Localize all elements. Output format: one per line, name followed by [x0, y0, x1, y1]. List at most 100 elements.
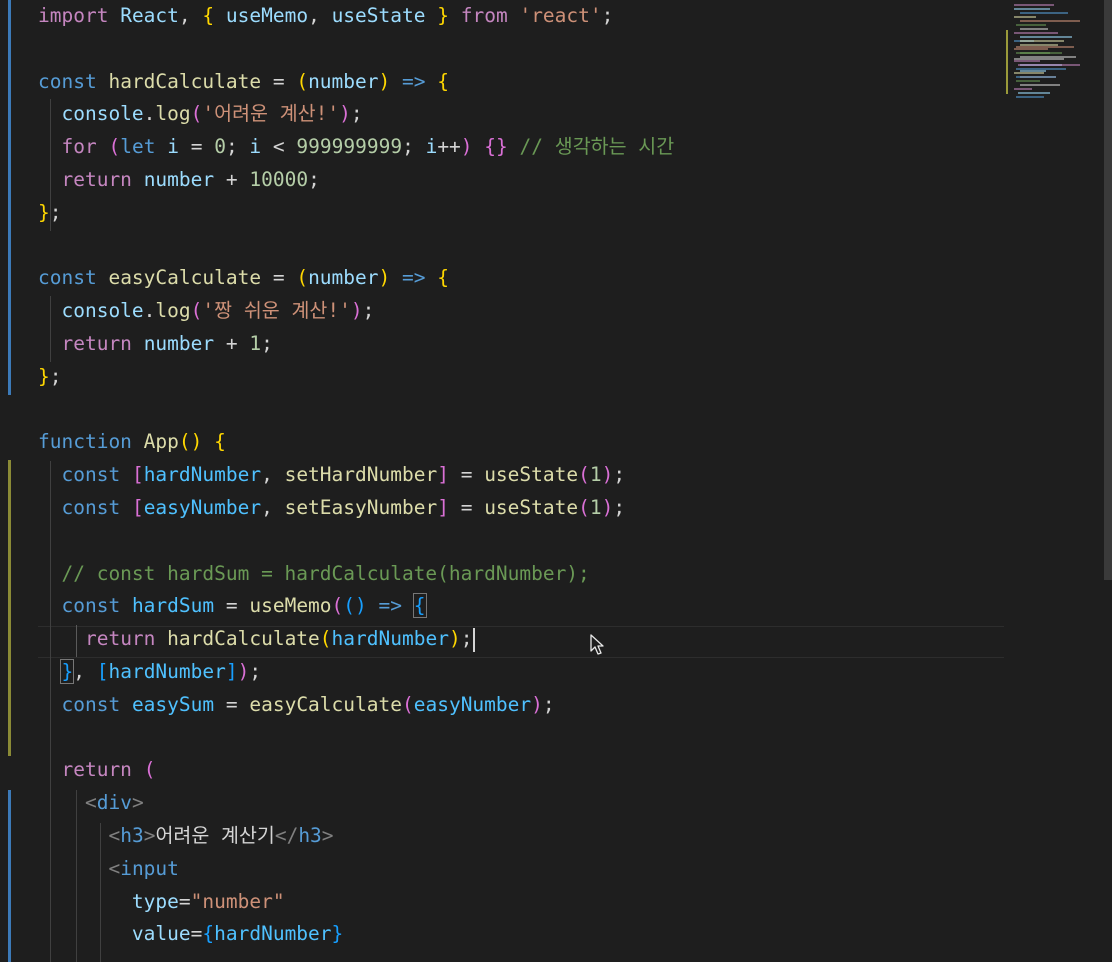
minimap-line: [1020, 40, 1064, 42]
code-token: import: [38, 4, 109, 27]
minimap-line: [1014, 32, 1058, 34]
code-token: easyCalculate: [108, 266, 262, 290]
code-line[interactable]: const easyCalculate = (number) => {: [38, 262, 449, 294]
code-token: useState: [484, 496, 579, 519]
minimap-line: [1014, 48, 1048, 50]
code-token: (: [296, 69, 309, 93]
code-token: =: [190, 922, 203, 946]
minimap-line: [1014, 88, 1032, 90]
code-line[interactable]: for (let i = 0; i < 999999999; i++) {} /…: [38, 131, 674, 163]
code-line[interactable]: const [easyNumber, setEasyNumber] = useS…: [38, 492, 625, 524]
code-token: {: [412, 593, 427, 619]
code-line[interactable]: }, [hardNumber]);: [38, 656, 261, 688]
code-token: =: [214, 692, 250, 716]
code-token: ]: [437, 463, 449, 487]
scrollbar-thumb[interactable]: [1104, 0, 1112, 580]
code-line[interactable]: const easySum = easyCalculate(easyNumber…: [38, 689, 554, 721]
code-line[interactable]: console.log('어려운 계산!');: [38, 98, 362, 130]
code-token: [: [131, 463, 144, 487]
code-token: {: [214, 430, 226, 454]
code-line[interactable]: console.log('짱 쉬운 계산!');: [38, 295, 374, 327]
code-token: ,: [261, 463, 285, 487]
code-line[interactable]: <div>: [38, 787, 144, 819]
code-line[interactable]: import React, { useMemo, useState } from…: [38, 0, 613, 32]
code-token: React: [120, 4, 179, 27]
code-line[interactable]: const hardCalculate = (number) => {: [38, 66, 449, 98]
code-token: ,: [73, 660, 97, 683]
code-token: input: [120, 856, 179, 880]
code-token: (: [401, 692, 414, 716]
code-line[interactable]: const hardSum = useMemo(() => {: [38, 590, 427, 622]
code-token: +: [214, 332, 250, 355]
minimap-line: [1016, 80, 1040, 82]
code-line[interactable]: return number + 10000;: [38, 164, 320, 196]
minimap[interactable]: [1006, 0, 1100, 962]
minimap-line: [1014, 4, 1054, 6]
code-token: (: [319, 627, 332, 651]
code-line[interactable]: };: [38, 197, 62, 229]
code-token: // 생각하는 시간: [519, 135, 675, 159]
code-token: }: [38, 200, 50, 224]
code-line[interactable]: <input: [38, 853, 179, 885]
minimap-line: [1020, 84, 1060, 86]
code-token: [: [96, 660, 109, 683]
code-token: i: [425, 135, 438, 159]
code-token: App: [143, 430, 179, 454]
code-line[interactable]: // const hardSum = hardCalculate(hardNum…: [38, 558, 589, 590]
minimap-line: [1016, 96, 1044, 98]
code-area[interactable]: import React, { useMemo, useState } from…: [38, 0, 1008, 962]
code-editor[interactable]: import React, { useMemo, useState } from…: [0, 0, 1112, 962]
code-line[interactable]: return (: [38, 754, 155, 786]
minimap-line: [1020, 36, 1072, 38]
vertical-scrollbar[interactable]: [1104, 0, 1112, 962]
code-token: h3: [120, 824, 144, 847]
minimap-line: [1014, 58, 1064, 60]
mouse-pointer-icon: [590, 634, 604, 655]
code-token: ;: [460, 627, 473, 651]
code-token: const: [61, 496, 121, 519]
minimap-change-marker: [1006, 30, 1008, 94]
code-token: value: [131, 922, 191, 946]
code-token: return: [61, 758, 132, 782]
code-token: <: [108, 856, 121, 880]
code-line[interactable]: return hardCalculate(hardNumber);: [38, 623, 476, 655]
code-token: return: [61, 168, 132, 191]
code-token: ;: [308, 168, 320, 191]
code-line[interactable]: type="number": [38, 886, 285, 918]
code-line[interactable]: const [hardNumber, setHardNumber] = useS…: [38, 459, 625, 491]
code-token: =: [261, 69, 297, 93]
code-token: ;: [601, 4, 614, 27]
code-token: number: [143, 168, 215, 191]
code-line[interactable]: function App() {: [38, 426, 226, 458]
code-token: >: [143, 824, 156, 847]
code-line[interactable]: value={hardNumber}: [38, 918, 343, 950]
code-token: =>: [402, 266, 426, 290]
code-line[interactable]: };: [38, 361, 62, 393]
code-token: "number": [190, 889, 285, 913]
code-token: ]: [225, 660, 238, 683]
code-token: 10000: [249, 168, 309, 191]
code-token: i: [167, 135, 179, 159]
code-token: const: [61, 463, 121, 487]
code-line[interactable]: <h3>어려운 계산기</h3>: [38, 820, 333, 852]
code-token: ++: [437, 135, 461, 159]
code-token: const: [61, 594, 121, 618]
minimap-line: [1016, 24, 1046, 26]
code-line[interactable]: return number + 1;: [38, 328, 272, 360]
